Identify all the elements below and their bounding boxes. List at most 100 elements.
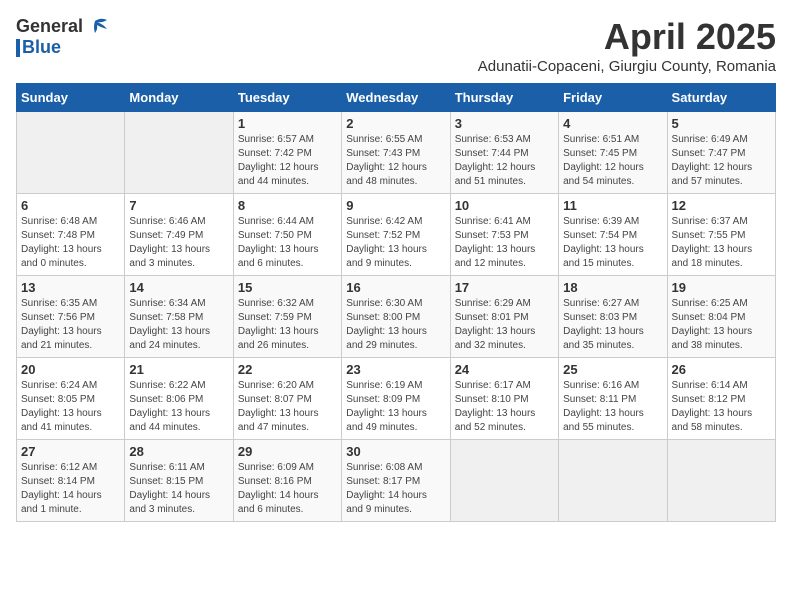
calendar-header-wednesday: Wednesday xyxy=(342,84,450,112)
calendar-cell: 28 Sunrise: 6:11 AM Sunset: 8:15 PM Dayli… xyxy=(125,440,233,522)
calendar-cell: 20 Sunrise: 6:24 AM Sunset: 8:05 PM Dayli… xyxy=(17,358,125,440)
day-number: 4 xyxy=(563,116,662,131)
day-number: 22 xyxy=(238,362,337,377)
day-detail: Sunrise: 6:19 AM Sunset: 8:09 PM Dayligh… xyxy=(346,379,445,435)
calendar-header-row: SundayMondayTuesdayWednesdayThursdayFrid… xyxy=(17,84,776,112)
day-number: 2 xyxy=(346,116,445,131)
day-detail: Sunrise: 6:46 AM Sunset: 7:49 PM Dayligh… xyxy=(129,215,228,271)
day-number: 7 xyxy=(129,198,228,213)
day-detail: Sunrise: 6:41 AM Sunset: 7:53 PM Dayligh… xyxy=(455,215,554,271)
title-section: April 2025 Adunatii-Copaceni, Giurgiu Co… xyxy=(478,16,776,75)
calendar-table: SundayMondayTuesdayWednesdayThursdayFrid… xyxy=(16,83,776,522)
calendar-week-2: 6 Sunrise: 6:48 AM Sunset: 7:48 PM Daylig… xyxy=(17,194,776,276)
day-number: 20 xyxy=(21,362,120,377)
calendar-header-thursday: Thursday xyxy=(450,84,558,112)
day-number: 6 xyxy=(21,198,120,213)
day-detail: Sunrise: 6:27 AM Sunset: 8:03 PM Dayligh… xyxy=(563,297,662,353)
day-detail: Sunrise: 6:11 AM Sunset: 8:15 PM Dayligh… xyxy=(129,461,228,517)
day-number: 26 xyxy=(672,362,771,377)
day-number: 24 xyxy=(455,362,554,377)
day-number: 9 xyxy=(346,198,445,213)
day-detail: Sunrise: 6:25 AM Sunset: 8:04 PM Dayligh… xyxy=(672,297,771,353)
day-detail: Sunrise: 6:44 AM Sunset: 7:50 PM Dayligh… xyxy=(238,215,337,271)
day-number: 30 xyxy=(346,444,445,459)
logo-general-text: General xyxy=(16,16,83,37)
calendar-week-1: 1Sunrise: 6:57 AM Sunset: 7:42 PM Daylig… xyxy=(17,112,776,194)
calendar-week-3: 13 Sunrise: 6:35 AM Sunset: 7:56 PM Dayli… xyxy=(17,276,776,358)
day-detail: Sunrise: 6:34 AM Sunset: 7:58 PM Dayligh… xyxy=(129,297,228,353)
calendar-cell: 11 Sunrise: 6:39 AM Sunset: 7:54 PM Dayli… xyxy=(559,194,667,276)
calendar-cell: 19 Sunrise: 6:25 AM Sunset: 8:04 PM Dayli… xyxy=(667,276,775,358)
logo: General Blue xyxy=(16,16,109,58)
day-number: 11 xyxy=(563,198,662,213)
calendar-cell: 14 Sunrise: 6:34 AM Sunset: 7:58 PM Dayli… xyxy=(125,276,233,358)
calendar-week-4: 20 Sunrise: 6:24 AM Sunset: 8:05 PM Dayli… xyxy=(17,358,776,440)
calendar-cell: 22 Sunrise: 6:20 AM Sunset: 8:07 PM Dayli… xyxy=(233,358,341,440)
day-detail: Sunrise: 6:16 AM Sunset: 8:11 PM Dayligh… xyxy=(563,379,662,435)
day-number: 25 xyxy=(563,362,662,377)
calendar-cell: 29Sunrise: 6:09 AM Sunset: 8:16 PM Dayli… xyxy=(233,440,341,522)
day-number: 10 xyxy=(455,198,554,213)
day-detail: Sunrise: 6:30 AM Sunset: 8:00 PM Dayligh… xyxy=(346,297,445,353)
calendar-cell: 25 Sunrise: 6:16 AM Sunset: 8:11 PM Dayli… xyxy=(559,358,667,440)
day-number: 21 xyxy=(129,362,228,377)
day-number: 5 xyxy=(672,116,771,131)
calendar-cell: 8Sunrise: 6:44 AM Sunset: 7:50 PM Daylig… xyxy=(233,194,341,276)
day-number: 17 xyxy=(455,280,554,295)
calendar-cell: 9 Sunrise: 6:42 AM Sunset: 7:52 PM Daylig… xyxy=(342,194,450,276)
calendar-cell: 18Sunrise: 6:27 AM Sunset: 8:03 PM Dayli… xyxy=(559,276,667,358)
day-detail: Sunrise: 6:51 AM Sunset: 7:45 PM Dayligh… xyxy=(563,133,662,189)
calendar-cell: 2 Sunrise: 6:55 AM Sunset: 7:43 PM Daylig… xyxy=(342,112,450,194)
calendar-cell: 16 Sunrise: 6:30 AM Sunset: 8:00 PM Dayli… xyxy=(342,276,450,358)
day-detail: Sunrise: 6:09 AM Sunset: 8:16 PM Dayligh… xyxy=(238,461,337,517)
calendar-cell xyxy=(667,440,775,522)
calendar-cell: 1Sunrise: 6:57 AM Sunset: 7:42 PM Daylig… xyxy=(233,112,341,194)
day-detail: Sunrise: 6:42 AM Sunset: 7:52 PM Dayligh… xyxy=(346,215,445,271)
month-title: April 2025 xyxy=(478,16,776,58)
day-detail: Sunrise: 6:57 AM Sunset: 7:42 PM Dayligh… xyxy=(238,133,337,189)
day-number: 28 xyxy=(129,444,228,459)
calendar-cell: 12Sunrise: 6:37 AM Sunset: 7:55 PM Dayli… xyxy=(667,194,775,276)
location-title: Adunatii-Copaceni, Giurgiu County, Roman… xyxy=(478,58,776,75)
day-detail: Sunrise: 6:32 AM Sunset: 7:59 PM Dayligh… xyxy=(238,297,337,353)
logo-bird-icon xyxy=(87,17,109,37)
calendar-header-friday: Friday xyxy=(559,84,667,112)
day-detail: Sunrise: 6:12 AM Sunset: 8:14 PM Dayligh… xyxy=(21,461,120,517)
calendar-cell xyxy=(17,112,125,194)
calendar-cell: 10 Sunrise: 6:41 AM Sunset: 7:53 PM Dayli… xyxy=(450,194,558,276)
calendar-cell: 5Sunrise: 6:49 AM Sunset: 7:47 PM Daylig… xyxy=(667,112,775,194)
calendar-cell: 13 Sunrise: 6:35 AM Sunset: 7:56 PM Dayli… xyxy=(17,276,125,358)
calendar-cell: 21 Sunrise: 6:22 AM Sunset: 8:06 PM Dayli… xyxy=(125,358,233,440)
day-detail: Sunrise: 6:48 AM Sunset: 7:48 PM Dayligh… xyxy=(21,215,120,271)
calendar-cell: 24 Sunrise: 6:17 AM Sunset: 8:10 PM Dayli… xyxy=(450,358,558,440)
day-number: 16 xyxy=(346,280,445,295)
day-detail: Sunrise: 6:17 AM Sunset: 8:10 PM Dayligh… xyxy=(455,379,554,435)
calendar-cell: 3 Sunrise: 6:53 AM Sunset: 7:44 PM Daylig… xyxy=(450,112,558,194)
day-detail: Sunrise: 6:14 AM Sunset: 8:12 PM Dayligh… xyxy=(672,379,771,435)
calendar-cell: 17Sunrise: 6:29 AM Sunset: 8:01 PM Dayli… xyxy=(450,276,558,358)
day-detail: Sunrise: 6:24 AM Sunset: 8:05 PM Dayligh… xyxy=(21,379,120,435)
day-number: 14 xyxy=(129,280,228,295)
calendar-header-sunday: Sunday xyxy=(17,84,125,112)
day-detail: Sunrise: 6:39 AM Sunset: 7:54 PM Dayligh… xyxy=(563,215,662,271)
calendar-cell xyxy=(559,440,667,522)
day-number: 3 xyxy=(455,116,554,131)
day-detail: Sunrise: 6:20 AM Sunset: 8:07 PM Dayligh… xyxy=(238,379,337,435)
day-detail: Sunrise: 6:55 AM Sunset: 7:43 PM Dayligh… xyxy=(346,133,445,189)
day-number: 19 xyxy=(672,280,771,295)
day-number: 23 xyxy=(346,362,445,377)
day-detail: Sunrise: 6:22 AM Sunset: 8:06 PM Dayligh… xyxy=(129,379,228,435)
calendar-cell xyxy=(125,112,233,194)
calendar-cell: 7 Sunrise: 6:46 AM Sunset: 7:49 PM Daylig… xyxy=(125,194,233,276)
day-detail: Sunrise: 6:53 AM Sunset: 7:44 PM Dayligh… xyxy=(455,133,554,189)
day-number: 13 xyxy=(21,280,120,295)
page-header: General Blue April 2025 Adunatii-Copacen… xyxy=(16,16,776,75)
day-detail: Sunrise: 6:35 AM Sunset: 7:56 PM Dayligh… xyxy=(21,297,120,353)
calendar-cell: 4 Sunrise: 6:51 AM Sunset: 7:45 PM Daylig… xyxy=(559,112,667,194)
calendar-header-tuesday: Tuesday xyxy=(233,84,341,112)
day-detail: Sunrise: 6:37 AM Sunset: 7:55 PM Dayligh… xyxy=(672,215,771,271)
calendar-cell: 23 Sunrise: 6:19 AM Sunset: 8:09 PM Dayli… xyxy=(342,358,450,440)
calendar-cell: 27Sunrise: 6:12 AM Sunset: 8:14 PM Dayli… xyxy=(17,440,125,522)
calendar-week-5: 27Sunrise: 6:12 AM Sunset: 8:14 PM Dayli… xyxy=(17,440,776,522)
calendar-header-saturday: Saturday xyxy=(667,84,775,112)
